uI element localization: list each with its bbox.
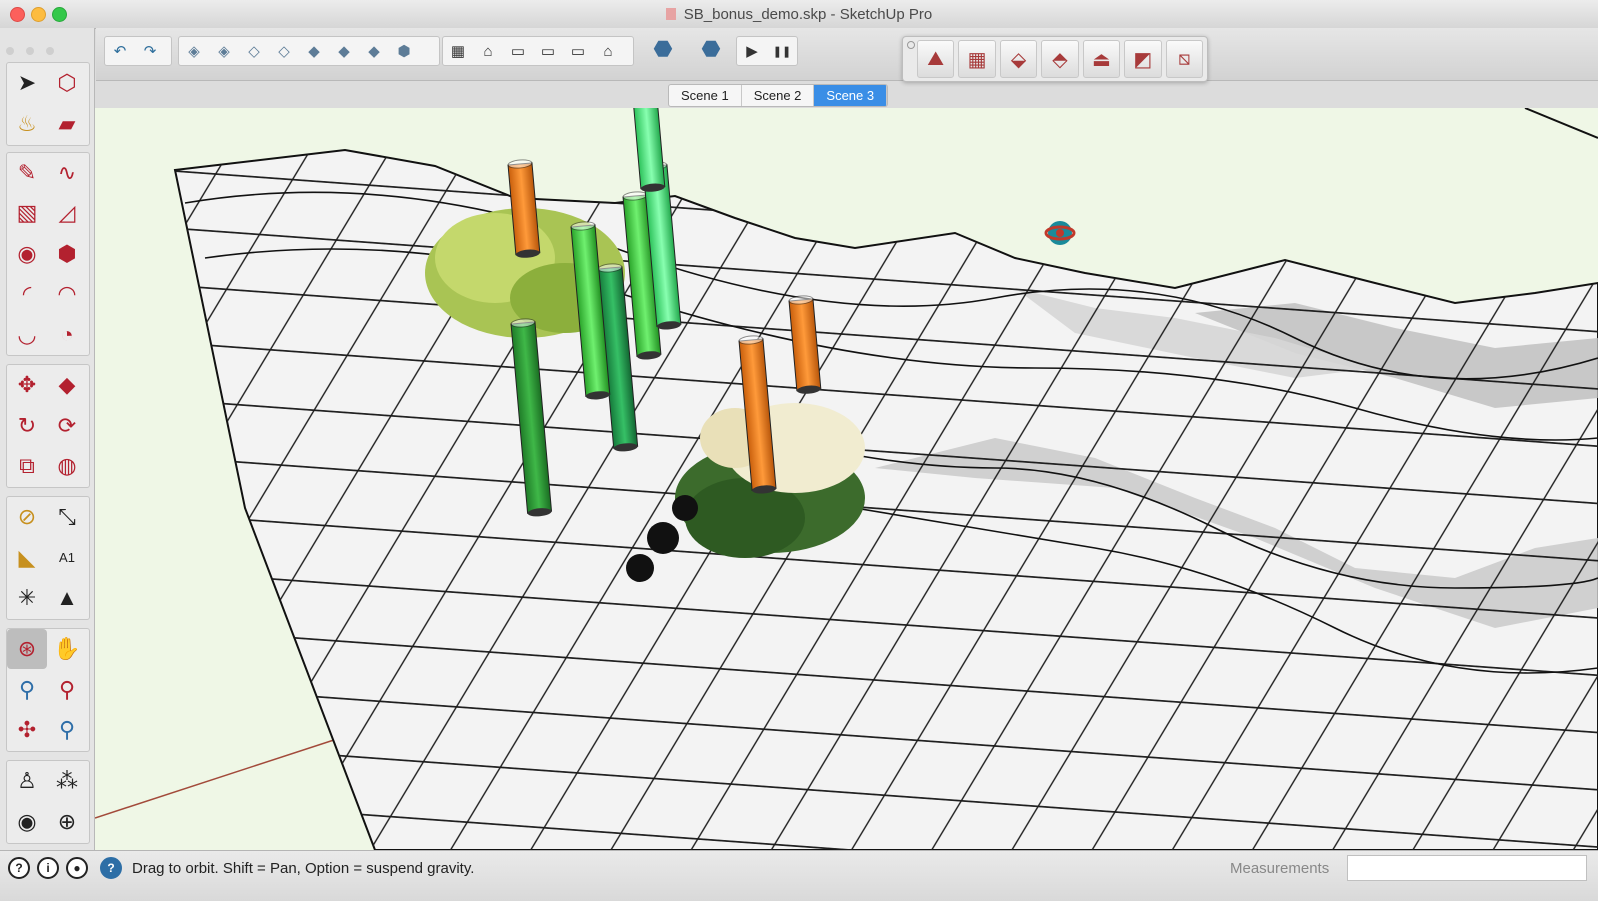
walkthrough-tools-group: ♙ ⁂ ◉ ⊕ (6, 760, 90, 844)
back-view-icon[interactable]: ▭ (533, 38, 563, 64)
left-view-icon[interactable]: ▭ (563, 38, 593, 64)
monochrome-style-icon[interactable]: ◆ (359, 38, 389, 64)
terrain-scene (95, 108, 1598, 850)
measurements-input[interactable] (1347, 855, 1587, 881)
orbit-icon[interactable]: ⊛ (7, 629, 47, 669)
construction-tools-group: ⊘ ⤡ ◣ A1 ✳ ▲ (6, 496, 90, 620)
sandbox-tools-panel: ⛰ ▦ ⬙ ⬘ ⏏ ◩ ⧅ (902, 36, 1208, 82)
play-animation-button[interactable]: ▶ (737, 38, 767, 64)
front-view-icon[interactable]: ⌂ (473, 38, 503, 64)
wireframe-style-icon[interactable]: ◇ (239, 38, 269, 64)
pan-hand-icon[interactable]: ✋ (47, 629, 87, 669)
previous-view-icon[interactable]: ⚲ (47, 710, 87, 750)
extension-warehouse-icon[interactable]: ⬣ (696, 36, 726, 62)
shaded-style-icon[interactable]: ◆ (299, 38, 329, 64)
rectangle-icon[interactable]: ▧ (7, 193, 47, 233)
paint-bucket-icon[interactable]: ♨ (7, 104, 47, 144)
user-account-icon[interactable]: ● (66, 857, 88, 879)
add-detail-icon[interactable]: ◩ (1124, 40, 1162, 78)
right-view-icon[interactable]: ▭ (503, 38, 533, 64)
iso-view-icon[interactable]: ⬢ (389, 38, 419, 64)
palette-header (6, 42, 86, 55)
look-around-eye-icon[interactable]: ◉ (7, 802, 47, 842)
post-cylinder[interactable] (632, 108, 666, 193)
orbit-cursor-icon (1044, 221, 1076, 245)
home-view-icon[interactable]: ⌂ (593, 38, 623, 64)
redo-icon[interactable]: ↷ (135, 38, 165, 64)
measurements-label: Measurements (1230, 860, 1330, 877)
pause-animation-button[interactable]: ❚❚ (767, 38, 797, 64)
style-views-group: ◈ ◈ ◇ ◇ ◆ ◆ ◆ ⬢ (178, 36, 440, 66)
xray-style-icon[interactable]: ◈ (179, 38, 209, 64)
arc-icon[interactable]: ◜ (7, 274, 47, 314)
from-scratch-icon[interactable]: ▦ (958, 40, 996, 78)
protractor-icon[interactable]: ◣ (7, 538, 47, 578)
freehand-icon[interactable]: ∿ (47, 153, 87, 193)
scene-tab-2[interactable]: Scene 2 (742, 85, 815, 106)
standard-views-group: ▦ ⌂ ▭ ▭ ▭ ⌂ (442, 36, 634, 66)
animation-group: ▶ ❚❚ (736, 36, 798, 66)
axes-icon[interactable]: ✳ (7, 578, 47, 618)
status-bar: ? i ● ? Drag to orbit. Shift = Pan, Opti… (0, 850, 1598, 901)
polygon-icon[interactable]: ⬢ (47, 234, 87, 274)
far-ridge-edge (1524, 108, 1598, 139)
make-component-icon[interactable]: ⬡ (47, 63, 87, 103)
three-d-text-icon[interactable]: ▲ (47, 578, 87, 618)
follow-me-icon[interactable]: ⟳ (47, 406, 87, 446)
credits-icon[interactable]: i (37, 857, 59, 879)
position-camera-icon[interactable]: ♙ (7, 761, 47, 801)
red-axis-line (95, 737, 341, 819)
panel-grip[interactable] (907, 41, 915, 49)
model-viewport[interactable] (95, 108, 1598, 850)
zoom-icon[interactable]: ⚲ (7, 670, 47, 710)
pencil-icon[interactable]: ✎ (7, 153, 47, 193)
shaded-textures-style-icon[interactable]: ◆ (329, 38, 359, 64)
warehouse-icon[interactable]: ⬣ (648, 36, 678, 62)
status-message: Drag to orbit. Shift = Pan, Option = sus… (132, 860, 475, 877)
scene-tab-1[interactable]: Scene 1 (669, 85, 742, 106)
move-icon[interactable]: ✥ (7, 365, 47, 405)
camera-tools-group: ⊛ ✋ ⚲ ⚲ ✣ ⚲ (6, 628, 90, 752)
tool-palette: ➤ ⬡ ♨ ▰ ✎ ∿ ▧ ◿ ◉ ⬢ ◜ ◠ ◡ ◔ ✥ ◆ ↻ ⟳ ⧉ ◍ … (0, 28, 95, 850)
circle-icon[interactable]: ◉ (7, 234, 47, 274)
document-icon (665, 8, 676, 20)
select-arrow-icon[interactable]: ➤ (7, 63, 47, 103)
three-point-arc-icon[interactable]: ◡ (7, 315, 47, 355)
push-pull-icon[interactable]: ◆ (47, 365, 87, 405)
dimension-icon[interactable]: ⤡ (47, 497, 87, 537)
select-tools-group: ➤ ⬡ ♨ ▰ (6, 62, 90, 146)
back-edges-style-icon[interactable]: ◈ (209, 38, 239, 64)
walk-footprints-icon[interactable]: ⁂ (47, 761, 87, 801)
eraser-icon[interactable]: ▰ (47, 104, 87, 144)
stamp-icon[interactable]: ⬘ (1041, 40, 1079, 78)
rotate-icon[interactable]: ↻ (7, 406, 47, 446)
zoom-extents-icon[interactable]: ✣ (7, 710, 47, 750)
scene-tab-3[interactable]: Scene 3 (814, 85, 888, 106)
drape-icon[interactable]: ⏏ (1082, 40, 1121, 78)
draw-tools-group: ✎ ∿ ▧ ◿ ◉ ⬢ ◜ ◠ ◡ ◔ (6, 152, 90, 356)
scene-tabs: Scene 1 Scene 2 Scene 3 (668, 84, 889, 107)
main-toolbar: ↶ ↷ ◈ ◈ ◇ ◇ ◆ ◆ ◆ ⬢ ▦ ⌂ ▭ ▭ ▭ ⌂ ⬣ ⬣ ▶ ❚❚ (96, 28, 1598, 81)
from-contours-icon[interactable]: ⛰ (917, 40, 955, 78)
edit-tools-group: ✥ ◆ ↻ ⟳ ⧉ ◍ (6, 364, 90, 488)
undo-icon[interactable]: ↶ (105, 38, 135, 64)
section-plane-icon[interactable]: ⊕ (47, 802, 87, 842)
hidden-line-style-icon[interactable]: ◇ (269, 38, 299, 64)
title-bar: SB_bonus_demo.skp - SketchUp Pro (0, 0, 1598, 29)
offset-icon[interactable]: ◍ (47, 446, 87, 486)
text-icon[interactable]: A1 (47, 538, 87, 578)
tape-measure-icon[interactable]: ⊘ (7, 497, 47, 537)
window-title: SB_bonus_demo.skp - SketchUp Pro (0, 6, 1598, 23)
zoom-window-icon[interactable]: ⚲ (47, 670, 87, 710)
scale-icon[interactable]: ⧉ (7, 446, 47, 486)
smoove-icon[interactable]: ⬙ (999, 40, 1038, 78)
rotated-rectangle-icon[interactable]: ◿ (47, 193, 87, 233)
top-view-icon[interactable]: ▦ (443, 38, 473, 64)
flip-edge-icon[interactable]: ⧅ (1165, 40, 1203, 78)
pie-icon[interactable]: ◔ (47, 315, 87, 355)
geo-location-icon[interactable]: ? (8, 857, 30, 879)
undo-redo-group: ↶ ↷ (104, 36, 172, 66)
help-icon[interactable]: ? (100, 857, 122, 879)
two-point-arc-icon[interactable]: ◠ (47, 274, 87, 314)
